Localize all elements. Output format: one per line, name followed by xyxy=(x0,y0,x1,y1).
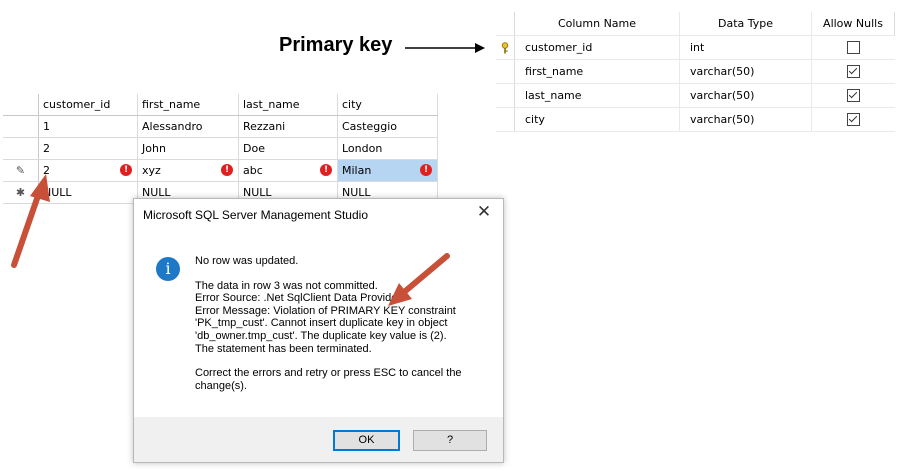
allow-nulls-cell[interactable] xyxy=(811,35,895,60)
cell-value: Milan xyxy=(342,164,372,177)
table-row-editing[interactable]: ✎ 2! xyz! abc! Milan! xyxy=(3,159,438,182)
table-row[interactable]: 1 Alessandro Rezzani Casteggio xyxy=(3,115,438,138)
table-design-grid: Column Name Data Type Allow Nulls custom… xyxy=(496,12,895,132)
design-header-selector xyxy=(496,12,515,36)
grid-header-row: customer_id first_name last_name city xyxy=(3,94,438,116)
allow-nulls-cell[interactable] xyxy=(811,107,895,132)
cell-value: abc xyxy=(243,164,263,177)
grid-cell[interactable]: Alessandro xyxy=(137,115,239,138)
allow-nulls-checkbox[interactable] xyxy=(846,41,860,55)
column-name-header[interactable]: Column Name xyxy=(514,12,680,36)
data-type-cell[interactable]: varchar(50) xyxy=(679,83,812,108)
dialog-line: Error Source: .Net SqlClient Data Provid… xyxy=(195,292,404,305)
allow-nulls-checkbox[interactable] xyxy=(846,113,860,127)
callout-arrow-icon xyxy=(405,43,485,53)
grid-cell[interactable]: Doe xyxy=(238,137,338,160)
dialog-title: Microsoft SQL Server Management Studio xyxy=(143,208,368,222)
cell-value: xyz xyxy=(142,164,161,177)
design-row[interactable]: first_name varchar(50) xyxy=(496,59,895,84)
row-selector[interactable] xyxy=(496,83,515,108)
column-header-first-name[interactable]: first_name xyxy=(137,94,239,116)
data-type-cell[interactable]: int xyxy=(679,35,812,60)
column-name-cell[interactable]: customer_id xyxy=(514,35,680,60)
table-data-grid: customer_id first_name last_name city 1 … xyxy=(3,94,438,204)
allow-nulls-header[interactable]: Allow Nulls xyxy=(811,12,895,36)
grid-cell[interactable]: 2! xyxy=(38,159,138,182)
grid-cell[interactable]: abc! xyxy=(238,159,338,182)
column-header-city[interactable]: city xyxy=(337,94,438,116)
grid-cell[interactable]: Rezzani xyxy=(238,115,338,138)
grid-cell[interactable]: NULL xyxy=(38,181,138,204)
design-row[interactable]: last_name varchar(50) xyxy=(496,83,895,108)
design-row[interactable]: city varchar(50) xyxy=(496,107,895,132)
column-name-cell[interactable]: first_name xyxy=(514,59,680,84)
dialog-line: 'db_owner.tmp_cust'. The duplicate key v… xyxy=(195,329,447,342)
design-row[interactable]: customer_id int xyxy=(496,35,895,60)
close-icon[interactable]: ✕ xyxy=(473,202,495,222)
dialog-message: No row was updated. The data in row 3 wa… xyxy=(195,255,495,392)
allow-nulls-checkbox[interactable] xyxy=(846,65,860,79)
column-name-cell[interactable]: city xyxy=(514,107,680,132)
dialog-footer-text: Correct the errors and retry or press ES… xyxy=(195,367,462,380)
dialog-line: The data in row 3 was not committed. xyxy=(195,279,378,292)
allow-nulls-checkbox[interactable] xyxy=(846,89,860,103)
data-type-header[interactable]: Data Type xyxy=(679,12,812,36)
allow-nulls-cell[interactable] xyxy=(811,83,895,108)
dialog-footer-text: change(s). xyxy=(195,379,247,392)
ok-button[interactable]: OK xyxy=(333,430,400,451)
table-row[interactable]: 2 John Doe London xyxy=(3,137,438,160)
dialog-heading: No row was updated. xyxy=(195,255,299,267)
primary-key-callout-label: Primary key xyxy=(279,34,393,56)
column-header-last-name[interactable]: last_name xyxy=(238,94,338,116)
row-header[interactable] xyxy=(3,115,39,138)
grid-cell[interactable]: 2 xyxy=(38,137,138,160)
row-selector[interactable] xyxy=(496,59,515,84)
info-icon: i xyxy=(156,257,180,281)
grid-cell[interactable]: John xyxy=(137,137,239,160)
grid-cell-selected[interactable]: Milan! xyxy=(337,159,438,182)
data-type-cell[interactable]: varchar(50) xyxy=(679,59,812,84)
grid-cell[interactable]: xyz! xyxy=(137,159,239,182)
row-selector[interactable] xyxy=(496,35,515,60)
error-icon[interactable]: ! xyxy=(120,164,132,176)
column-name-cell[interactable]: last_name xyxy=(514,83,680,108)
row-header-new-row-icon[interactable]: ✱ xyxy=(3,181,39,204)
row-header[interactable] xyxy=(3,137,39,160)
data-type-cell[interactable]: varchar(50) xyxy=(679,107,812,132)
allow-nulls-cell[interactable] xyxy=(811,59,895,84)
error-icon[interactable]: ! xyxy=(221,164,233,176)
dialog-line: The statement has been terminated. xyxy=(195,342,372,355)
row-header-edit-pencil-icon[interactable]: ✎ xyxy=(3,159,39,182)
grid-corner-cell[interactable] xyxy=(3,94,39,116)
primary-key-icon xyxy=(501,42,509,54)
error-dialog: Microsoft SQL Server Management Studio ✕… xyxy=(133,198,504,463)
grid-cell[interactable]: Casteggio xyxy=(337,115,438,138)
help-button[interactable]: ? xyxy=(413,430,487,451)
error-icon[interactable]: ! xyxy=(320,164,332,176)
dialog-line: 'PK_tmp_cust'. Cannot insert duplicate k… xyxy=(195,317,448,330)
row-selector[interactable] xyxy=(496,107,515,132)
column-header-customer-id[interactable]: customer_id xyxy=(38,94,138,116)
grid-cell[interactable]: London xyxy=(337,137,438,160)
error-icon[interactable]: ! xyxy=(420,164,432,176)
dialog-button-bar: OK ? xyxy=(134,417,503,462)
dialog-line: Error Message: Violation of PRIMARY KEY … xyxy=(195,304,456,317)
design-header-row: Column Name Data Type Allow Nulls xyxy=(496,12,895,36)
cell-value: 2 xyxy=(43,164,50,177)
grid-cell[interactable]: 1 xyxy=(38,115,138,138)
